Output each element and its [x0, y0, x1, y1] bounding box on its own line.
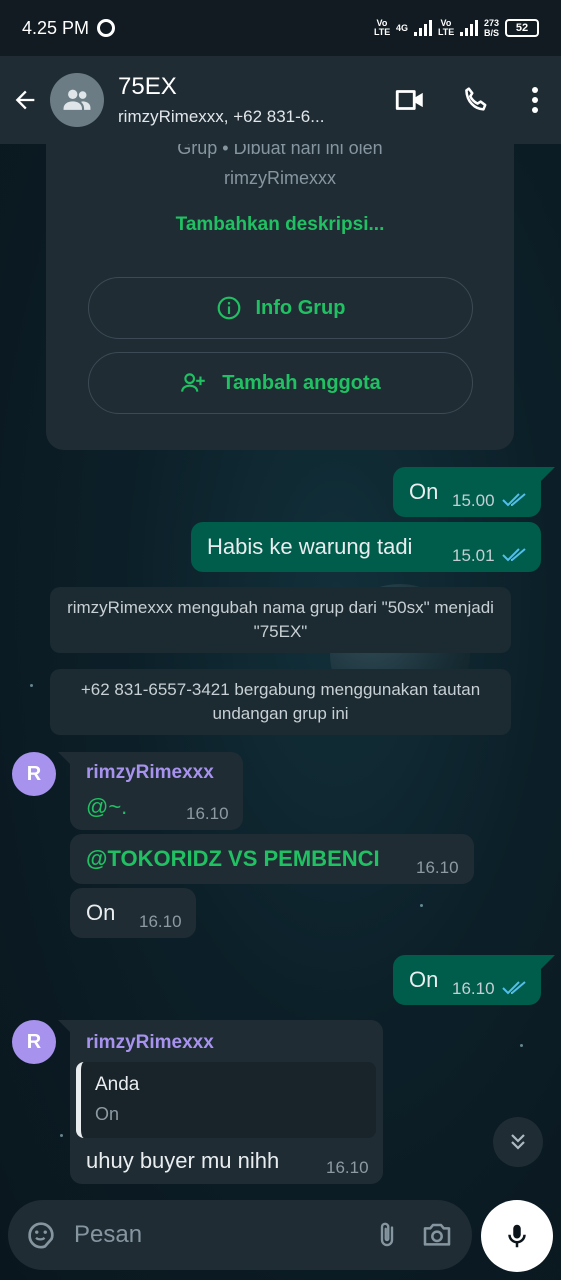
- video-call-button[interactable]: [377, 56, 443, 144]
- sender-name[interactable]: rimzyRimexxx: [86, 1032, 214, 1054]
- attach-button[interactable]: [362, 1200, 412, 1270]
- message-text: On: [86, 900, 116, 925]
- wallpaper-star: [520, 1044, 523, 1047]
- outgoing-message[interactable]: On 15.00: [393, 467, 541, 517]
- arrow-left-icon: [15, 90, 35, 110]
- video-camera-icon: [395, 90, 423, 110]
- message-time: 15.00: [452, 491, 495, 510]
- network-speed: 273 B/S: [484, 18, 499, 38]
- chat-title: 75EX: [118, 73, 177, 100]
- speed-value: 273: [483, 18, 499, 28]
- message-input[interactable]: [74, 1221, 334, 1249]
- sender-avatar[interactable]: R: [12, 1020, 56, 1064]
- phone-icon: [465, 87, 487, 111]
- status-bar: 4.25 PM Vo LTE 4G Vo LTE 273 B/S 52: [0, 0, 561, 56]
- message-text: @~.: [86, 794, 128, 819]
- sticker-icon: [28, 1222, 54, 1249]
- message-time: 16.10: [139, 912, 182, 931]
- add-member-label: Tambah anggota: [222, 371, 381, 394]
- read-receipt-icon: [502, 493, 526, 507]
- volte-label: Vo LTE: [437, 18, 455, 37]
- read-receipt-icon: [502, 548, 526, 562]
- group-info-card: Grup • Dibuat hari ini oleh rimzyRimexxx…: [46, 110, 514, 450]
- message-time: 16.10: [326, 1158, 369, 1177]
- outgoing-message[interactable]: On 16.10: [393, 955, 541, 1005]
- speed-unit: B/S: [483, 28, 499, 38]
- group-info-button[interactable]: Info Grup: [88, 277, 473, 339]
- group-creator-name: rimzyRimexxx: [224, 168, 336, 188]
- notification-icon: [97, 19, 116, 37]
- group-avatar[interactable]: [50, 73, 104, 127]
- camera-icon: [423, 1223, 451, 1246]
- sender-name[interactable]: rimzyRimexxx: [86, 762, 214, 784]
- back-button[interactable]: [0, 56, 50, 144]
- status-time: 4.25 PM: [22, 17, 90, 38]
- message-time: 16.10: [416, 858, 459, 877]
- message-text: uhuy buyer mu nihh: [86, 1148, 280, 1173]
- message-time: 16.10: [452, 979, 495, 998]
- add-description-link[interactable]: Tambahkan deskripsi...: [46, 214, 514, 236]
- group-icon: [63, 89, 91, 110]
- signal-icon: [413, 20, 432, 36]
- quoted-author: Anda: [95, 1074, 140, 1095]
- chat-header-overlay: 75EX rimzyRimexxx, +62 831-6...: [0, 56, 561, 144]
- voice-call-button[interactable]: [443, 56, 509, 144]
- signal-icon: [459, 20, 478, 36]
- message-time: 16.10: [186, 804, 229, 823]
- add-person-icon: [181, 373, 206, 392]
- network-4g-label: 4G: [395, 22, 408, 33]
- emoji-button[interactable]: [16, 1200, 66, 1270]
- mention-text[interactable]: @TOKORIDZ VS PEMBENCI: [86, 846, 380, 872]
- add-member-button[interactable]: Tambah anggota: [88, 352, 473, 414]
- outgoing-message[interactable]: Habis ke warung tadi 15.01: [191, 522, 541, 572]
- more-vertical-icon: [532, 87, 538, 113]
- bubble-tail: [541, 955, 555, 969]
- quoted-text: On: [95, 1104, 120, 1124]
- info-icon: [217, 296, 240, 320]
- message-composer: [8, 1200, 472, 1270]
- camera-button[interactable]: [412, 1200, 462, 1270]
- incoming-message[interactable]: On 16.10: [70, 888, 196, 938]
- quoted-message[interactable]: Anda On: [76, 1062, 376, 1138]
- voice-record-button[interactable]: [481, 1200, 553, 1272]
- volte-label: Vo LTE: [373, 18, 391, 37]
- more-options-button[interactable]: [509, 56, 561, 144]
- incoming-message[interactable]: rimzyRimexxx @~. 16.10: [70, 752, 243, 830]
- double-chevron-down-icon: [511, 1134, 525, 1150]
- group-info-label: Info Grup: [255, 296, 346, 319]
- system-notice: +62 831-6557-3421 bergabung menggunakan …: [50, 669, 511, 735]
- chat-participants: rimzyRimexxx, +62 831-6...: [118, 107, 325, 126]
- read-receipt-icon: [502, 981, 526, 995]
- chat-title-block[interactable]: 75EX rimzyRimexxx, +62 831-6...: [118, 73, 358, 127]
- message-text: On: [409, 479, 439, 504]
- message-text: On: [409, 967, 439, 992]
- system-notice: rimzyRimexxx mengubah nama grup dari "50…: [50, 587, 511, 653]
- incoming-message[interactable]: @TOKORIDZ VS PEMBENCI 16.10: [70, 834, 474, 884]
- wallpaper-star: [60, 1134, 63, 1137]
- scroll-to-bottom-button[interactable]: [493, 1117, 543, 1167]
- bubble-tail: [541, 467, 555, 481]
- battery-icon: 52: [505, 19, 539, 37]
- sender-avatar[interactable]: R: [12, 752, 56, 796]
- message-text: Habis ke warung tadi: [207, 534, 413, 559]
- microphone-icon: [508, 1224, 526, 1248]
- paperclip-icon: [380, 1222, 394, 1247]
- status-indicators: Vo LTE 4G Vo LTE 273 B/S 52: [374, 18, 539, 38]
- message-time: 15.01: [452, 546, 495, 565]
- header-actions: [377, 56, 561, 144]
- wallpaper-star: [420, 904, 423, 907]
- wallpaper-star: [30, 684, 33, 687]
